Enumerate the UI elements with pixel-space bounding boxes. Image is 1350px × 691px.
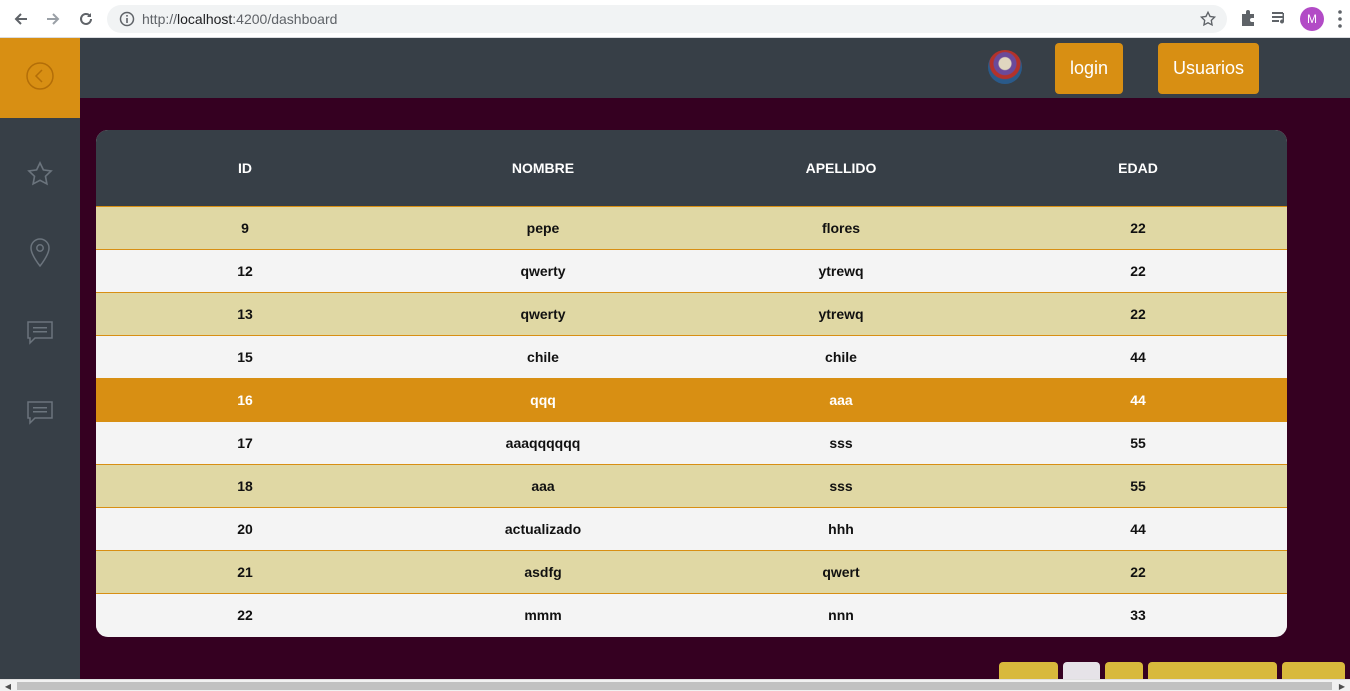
info-icon[interactable]: [119, 11, 135, 32]
table-row[interactable]: 18 aaa sss 55: [96, 464, 1287, 507]
bookmark-star-icon[interactable]: [1199, 10, 1217, 33]
cell-apellido: hhh: [828, 521, 854, 537]
table-row[interactable]: 22 mmm nnn 33: [96, 593, 1287, 636]
cell-edad: 44: [1130, 392, 1146, 408]
scrollbar-thumb[interactable]: [17, 682, 1332, 690]
cell-apellido: aaa: [829, 392, 853, 408]
cell-nombre: actualizado: [504, 521, 582, 537]
table-row[interactable]: 20 actualizado hhh 44: [96, 507, 1287, 550]
cell-nombre: qqq: [530, 392, 556, 408]
cell-edad: 22: [1130, 220, 1146, 236]
table-row[interactable]: 12 qwerty ytrewq 22: [96, 249, 1287, 292]
cell-edad: 22: [1130, 263, 1146, 279]
cell-apellido: sss: [829, 435, 853, 451]
cell-id: 22: [237, 607, 253, 623]
url-path: :4200/dashboard: [232, 11, 338, 27]
cell-id: 16: [237, 392, 253, 408]
cell-apellido: ytrewq: [818, 306, 864, 322]
cell-id: 15: [237, 349, 253, 365]
horizontal-scrollbar[interactable]: ◀ ▶: [0, 679, 1350, 691]
cell-edad: 55: [1130, 435, 1146, 451]
table-header: ID NOMBRE APELLIDO EDAD: [96, 130, 1287, 206]
cell-id: 13: [237, 306, 253, 322]
cell-nombre: chile: [527, 349, 559, 365]
cell-apellido: qwert: [822, 564, 860, 580]
table-row[interactable]: 15 chile chile 44: [96, 335, 1287, 378]
browser-toolbar: http://localhost:4200/dashboard M: [0, 0, 1350, 38]
cell-id: 17: [237, 435, 253, 451]
cell-edad: 22: [1130, 306, 1146, 322]
chevron-left-circle-icon[interactable]: [25, 61, 55, 96]
location-pin-icon[interactable]: [24, 237, 56, 269]
table-row[interactable]: 16 qqq aaa 44: [96, 378, 1287, 421]
url-host: localhost: [177, 11, 233, 27]
table-row[interactable]: 13 qwerty ytrewq 22: [96, 292, 1287, 335]
back-icon[interactable]: [9, 7, 33, 31]
cell-edad: 44: [1130, 521, 1146, 537]
cell-apellido: sss: [829, 478, 853, 494]
url-scheme: http://: [142, 11, 178, 27]
comment-icon[interactable]: [24, 397, 56, 429]
login-button[interactable]: login: [1055, 43, 1123, 94]
cell-id: 18: [237, 478, 253, 494]
cell-edad: 33: [1130, 607, 1146, 623]
table-row[interactable]: 21 asdfg qwert 22: [96, 550, 1287, 593]
cell-nombre: aaaqqqqqq: [505, 435, 581, 451]
sidebar-toggle[interactable]: [0, 38, 80, 118]
forward-icon[interactable]: [41, 7, 65, 31]
cell-apellido: ytrewq: [818, 263, 864, 279]
column-header-edad: EDAD: [1118, 160, 1158, 176]
cell-id: 9: [241, 220, 249, 236]
cell-id: 20: [237, 521, 253, 537]
usuarios-button[interactable]: Usuarios: [1158, 43, 1259, 94]
column-header-id: ID: [238, 160, 252, 176]
column-header-nombre: NOMBRE: [511, 160, 575, 176]
profile-avatar[interactable]: M: [1300, 7, 1324, 31]
browser-menu-icon[interactable]: [1338, 10, 1342, 33]
top-navbar: login Usuarios: [80, 38, 1350, 98]
extensions-puzzle-icon[interactable]: [1239, 9, 1257, 32]
reload-icon[interactable]: [74, 7, 98, 31]
cell-apellido: chile: [825, 349, 857, 365]
cell-id: 21: [237, 564, 253, 580]
column-header-apellido: APELLIDO: [805, 160, 877, 176]
scroll-left-arrow-icon[interactable]: ◀: [2, 680, 14, 691]
cell-nombre: qwerty: [520, 306, 566, 322]
url-text: http://localhost:4200/dashboard: [142, 11, 337, 27]
cell-apellido: nnn: [828, 607, 854, 623]
address-bar[interactable]: http://localhost:4200/dashboard: [107, 5, 1227, 33]
cell-edad: 22: [1130, 564, 1146, 580]
cell-nombre: asdfg: [524, 564, 562, 580]
cell-nombre: pepe: [526, 220, 560, 236]
cell-nombre: aaa: [531, 478, 555, 494]
cell-apellido: flores: [821, 220, 861, 236]
cell-edad: 55: [1130, 478, 1146, 494]
table-row[interactable]: 17 aaaqqqqqq sss 55: [96, 421, 1287, 464]
profile-initial: M: [1307, 12, 1317, 26]
users-table: ID NOMBRE APELLIDO EDAD 9 pepe flores 22 12 q…: [96, 130, 1287, 637]
cell-edad: 44: [1130, 349, 1146, 365]
sidebar: [0, 38, 80, 691]
scroll-right-arrow-icon[interactable]: ▶: [1336, 680, 1348, 691]
table-row[interactable]: 9 pepe flores 22: [96, 206, 1287, 249]
media-playlist-icon[interactable]: [1271, 9, 1289, 32]
cell-nombre: qwerty: [520, 263, 566, 279]
app-root: login Usuarios ID NOMBRE APELLIDO EDAD 9…: [0, 38, 1350, 691]
user-avatar[interactable]: [988, 50, 1022, 84]
cell-id: 12: [237, 263, 253, 279]
comment-icon[interactable]: [24, 317, 56, 349]
cell-nombre: mmm: [524, 607, 562, 623]
star-icon[interactable]: [24, 158, 56, 190]
